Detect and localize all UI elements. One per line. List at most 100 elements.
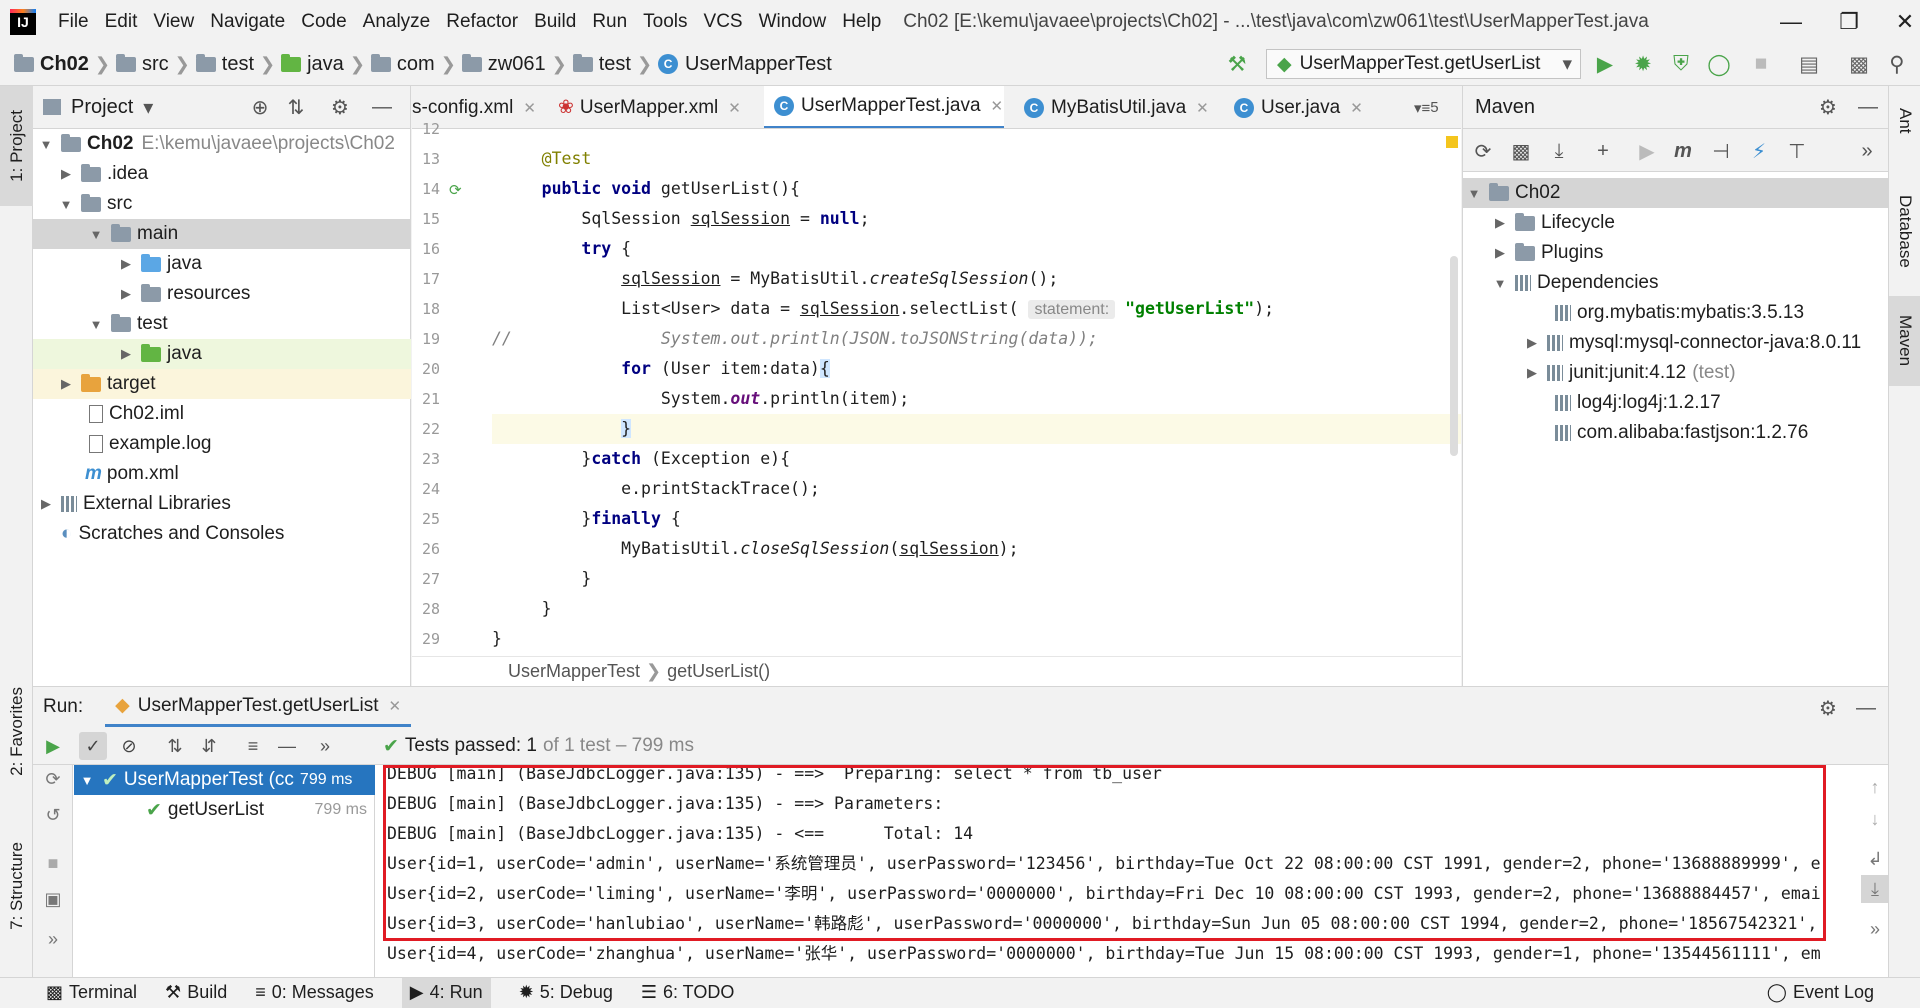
menu-help[interactable]: Help [834,11,889,33]
editor-scrollbar[interactable] [1450,256,1458,456]
tree-item-resources[interactable]: ▶ resources [33,279,411,309]
close-icon[interactable]: ✕ [1196,99,1209,117]
soft-wrap-icon[interactable]: ↲ [1861,845,1889,873]
maven-dependencies[interactable]: ▼ Dependencies [1463,268,1889,298]
more-icon[interactable]: » [1861,915,1889,943]
menu-file[interactable]: File [50,11,97,33]
breadcrumb-class[interactable]: UserMapperTest [685,53,832,76]
hide-icon[interactable]: — [1851,687,1881,730]
tree-item-src[interactable]: ▼ src [33,189,411,219]
tool-event-log[interactable]: ◯ Event Log [1767,982,1874,1003]
breadcrumb-com[interactable]: com [397,53,435,76]
code-area[interactable]: @Test public void getUserList(){ SqlSess… [492,129,1461,656]
collapse-all-icon[interactable]: ⇅ [281,86,311,129]
console-output[interactable]: DEBUG [main] (BaseJdbcLogger.java:135) -… [383,765,1863,978]
close-icon[interactable]: ✕ [389,697,402,715]
hide-icon[interactable]: — [1853,86,1883,129]
tree-item-ch02[interactable]: ▼ Ch02 E:\kemu\javaee\projects\Ch02 [33,129,411,159]
tree-item-pom[interactable]: m pom.xml [33,459,411,489]
run-icon[interactable]: ▶ [1592,51,1618,77]
maven-dep-log4j[interactable]: log4j:log4j:1.2.17 [1463,388,1889,418]
menu-edit[interactable]: Edit [97,11,146,33]
menu-build[interactable]: Build [526,11,584,33]
close-icon[interactable]: ✕ [728,99,741,117]
test-method-row[interactable]: ✔ getUserList 799 ms [74,795,375,825]
tab-database[interactable]: Database [1889,176,1920,286]
tree-item-test[interactable]: ▼ test [33,309,411,339]
maven-plugins[interactable]: ▶ Plugins [1463,238,1889,268]
tab-overflow[interactable]: ▾≡ 5 [1414,86,1458,128]
tool-messages[interactable]: ≡ 0: Messages [255,982,374,1003]
tool-debug[interactable]: ✹ 5: Debug [519,982,613,1003]
maven-dep-mysql[interactable]: ▶ mysql:mysql-connector-java:8.0.11 [1463,328,1889,358]
expand-all-icon[interactable]: ≡ [239,732,267,760]
more-icon[interactable]: » [311,732,339,760]
generate-sources-icon[interactable]: ▩ [1507,137,1535,165]
breadcrumb-method[interactable]: getUserList() [667,661,770,682]
breadcrumb-java[interactable]: java [307,53,344,76]
tool-todo[interactable]: ☰ 6: TODO [641,982,735,1003]
gear-icon[interactable]: ⚙ [1813,687,1843,730]
menu-tools[interactable]: Tools [635,11,695,33]
skip-tests-icon[interactable]: ⚡ [1745,137,1773,165]
stop-icon[interactable]: ■ [1748,51,1774,77]
menu-refactor[interactable]: Refactor [438,11,526,33]
rerun-icon[interactable]: ▶ [39,732,67,760]
run-configuration-select[interactable]: ◆ UserMapperTest.getUserList ▾ [1266,49,1581,79]
add-icon[interactable]: + [1589,137,1617,165]
menu-vcs[interactable]: VCS [696,11,751,33]
breadcrumb-ch02[interactable]: Ch02 [40,53,89,76]
restore-icon[interactable]: ❐ [1820,0,1878,43]
tab-usermapper-xml[interactable]: ❀ UserMapper.xml ✕ [558,86,763,128]
tool-build[interactable]: ⚒ Build [165,982,227,1003]
camera-icon[interactable]: ▣ [39,885,67,913]
show-dependencies-icon[interactable]: ⊤ [1783,137,1811,165]
sort-alphabetically-icon[interactable]: ⇅ [161,732,189,760]
tab-maven[interactable]: Maven [1889,296,1920,386]
tree-item-main-java[interactable]: ▶ java [33,249,411,279]
warning-marker-icon[interactable] [1446,136,1458,148]
show-ignored-icon[interactable]: ⊘ [115,732,143,760]
tree-item-scratches[interactable]: ◐ Scratches and Consoles [33,519,411,549]
close-icon[interactable]: ✕ [991,97,1004,115]
menu-navigate[interactable]: Navigate [202,11,293,33]
maven-dep-fastjson[interactable]: com.alibaba:fastjson:1.2.76 [1463,418,1889,448]
maven-lifecycle[interactable]: ▶ Lifecycle [1463,208,1889,238]
breadcrumb-test-pkg[interactable]: test [599,53,631,76]
test-class-row[interactable]: ▼ ✔ UserMapperTest (cc 799 ms [74,765,375,795]
close-window-icon[interactable]: ✕ [1876,0,1920,43]
toggle-offline-icon[interactable]: ⊣ [1707,137,1735,165]
run-tab[interactable]: ◆ UserMapperTest.getUserList ✕ [105,687,412,727]
locate-icon[interactable]: ⊕ [245,86,275,129]
tab-user-java[interactable]: C User.java ✕ [1234,86,1374,128]
run-test-gutter-icon[interactable]: ⟳ [449,181,462,199]
execute-goal-icon[interactable]: m [1669,137,1697,165]
tree-item-test-java[interactable]: ▶ java [33,339,411,369]
sort-duration-icon[interactable]: ⇵ [195,732,223,760]
maven-dep-mybatis[interactable]: org.mybatis:mybatis:3.5.13 [1463,298,1889,328]
more-icon[interactable]: » [39,925,67,953]
maven-dep-junit[interactable]: ▶ junit:junit:4.12 (test) [1463,358,1889,388]
scroll-to-end-icon[interactable]: ⤓ [1861,875,1889,903]
tab-ant[interactable]: Ant [1889,86,1920,156]
arrow-up-icon[interactable]: ↑ [1861,773,1889,801]
profile-icon[interactable]: ◯ [1706,51,1732,77]
menu-code[interactable]: Code [293,11,354,33]
menu-run[interactable]: Run [584,11,635,33]
breadcrumb-zw061[interactable]: zw061 [488,53,546,76]
close-icon[interactable]: ✕ [523,99,536,117]
show-passed-icon[interactable]: ✓ [79,732,107,760]
stop-icon[interactable]: ■ [39,849,67,877]
gear-icon[interactable]: ⚙ [1813,86,1843,129]
tab-usermappertest-java[interactable]: C UserMapperTest.java ✕ [764,86,1004,128]
tree-item-log[interactable]: example.log [33,429,411,459]
project-panel-title[interactable]: Project [71,96,133,119]
reload-icon[interactable]: ⟳ [1469,137,1497,165]
close-icon[interactable]: ✕ [1350,99,1363,117]
tree-item-iml[interactable]: Ch02.iml [33,399,411,429]
gear-icon[interactable]: ⚙ [325,86,355,129]
chevron-down-icon[interactable]: ▾ [143,95,153,120]
tool-terminal[interactable]: ▩ Terminal [46,982,137,1003]
arrow-down-icon[interactable]: ↓ [1861,805,1889,833]
terminal-window-icon[interactable]: ▩ [1846,51,1872,77]
